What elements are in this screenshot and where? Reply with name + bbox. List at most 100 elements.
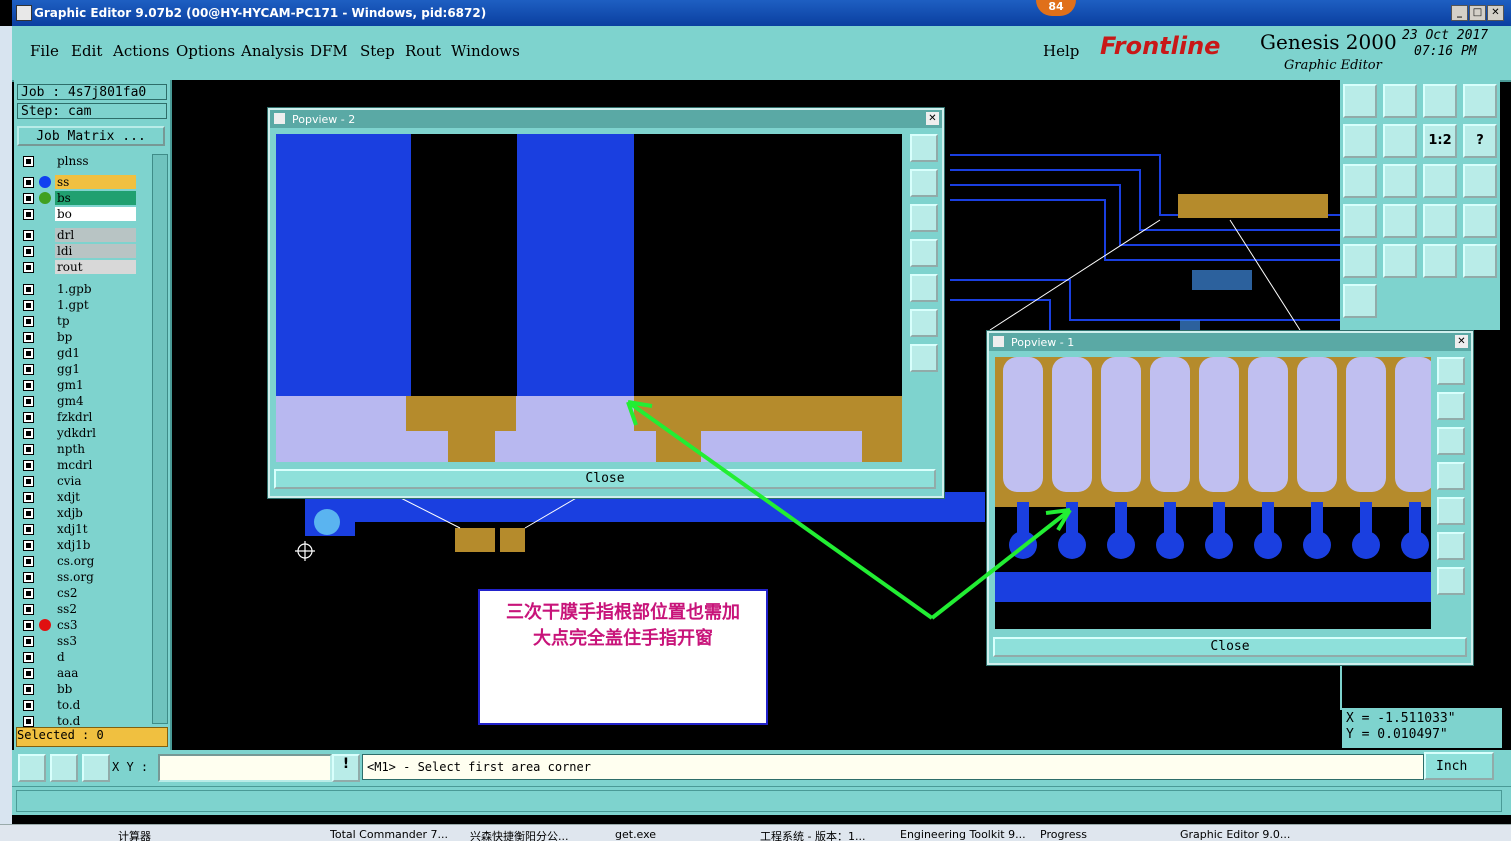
- layer-row[interactable]: gm4: [20, 394, 138, 408]
- tool-button[interactable]: [1463, 84, 1497, 118]
- layer-name[interactable]: bb: [55, 682, 136, 696]
- tool-button[interactable]: [1423, 204, 1457, 238]
- layer-row[interactable]: bb: [20, 682, 138, 696]
- popview-tool-button[interactable]: [910, 344, 938, 372]
- tool-button[interactable]: [1343, 164, 1377, 198]
- layer-row[interactable]: fzkdrl: [20, 410, 138, 424]
- menu-step[interactable]: Step: [360, 42, 395, 60]
- popview-tool-button[interactable]: [910, 239, 938, 267]
- layer-row[interactable]: npth: [20, 442, 138, 456]
- layer-name[interactable]: ydkdrl: [55, 426, 136, 440]
- layer-name[interactable]: gm4: [55, 394, 136, 408]
- minimize-button[interactable]: _: [1451, 5, 1468, 21]
- layer-row[interactable]: bo: [20, 207, 138, 221]
- layer-row[interactable]: ydkdrl: [20, 426, 138, 440]
- taskbar-item[interactable]: Graphic Editor 9.0...: [1180, 828, 1290, 841]
- popview-1-close-button[interactable]: Close: [993, 637, 1467, 657]
- layer-checkbox[interactable]: [23, 300, 34, 311]
- layer-name[interactable]: xdjt: [55, 490, 136, 504]
- close-window-button[interactable]: ✕: [1487, 5, 1504, 21]
- layer-checkbox[interactable]: [23, 476, 34, 487]
- tool-button[interactable]: [1383, 84, 1417, 118]
- popview-tool-button[interactable]: [1437, 532, 1465, 560]
- unit-select[interactable]: Inch: [1424, 752, 1494, 780]
- layer-checkbox[interactable]: [23, 508, 34, 519]
- tool-button[interactable]: [1343, 284, 1377, 318]
- tool-button[interactable]: [1383, 124, 1417, 158]
- layer-checkbox[interactable]: [23, 444, 34, 455]
- popview-tool-button[interactable]: [910, 169, 938, 197]
- layer-name[interactable]: gm1: [55, 378, 136, 392]
- layer-checkbox[interactable]: [23, 604, 34, 615]
- tool-button[interactable]: 1:2: [1423, 124, 1457, 158]
- layer-name[interactable]: aaa: [55, 666, 136, 680]
- tool-button[interactable]: [1463, 244, 1497, 278]
- layer-name[interactable]: gd1: [55, 346, 136, 360]
- layer-row[interactable]: ss3: [20, 634, 138, 648]
- layer-row[interactable]: 1.gpb: [20, 282, 138, 296]
- layer-row[interactable]: gg1: [20, 362, 138, 376]
- popview-tool-button[interactable]: [1437, 392, 1465, 420]
- layer-name[interactable]: 1.gpt: [55, 298, 136, 312]
- tool-button[interactable]: [1383, 164, 1417, 198]
- popview-tool-button[interactable]: [910, 309, 938, 337]
- layer-checkbox[interactable]: [23, 177, 34, 188]
- popview-tool-button[interactable]: [910, 274, 938, 302]
- layer-row[interactable]: plnss: [20, 154, 138, 168]
- menu-windows[interactable]: Windows: [451, 42, 520, 60]
- layer-name[interactable]: cs2: [55, 586, 136, 600]
- xy-input[interactable]: [158, 754, 332, 782]
- layer-row[interactable]: tp: [20, 314, 138, 328]
- zoom-window-icon[interactable]: [18, 754, 46, 782]
- layer-row[interactable]: bp: [20, 330, 138, 344]
- layer-row[interactable]: aaa: [20, 666, 138, 680]
- taskbar-item[interactable]: Progress: [1040, 828, 1087, 841]
- layer-checkbox[interactable]: [23, 348, 34, 359]
- layer-checkbox[interactable]: [23, 588, 34, 599]
- layer-name[interactable]: bo: [55, 207, 136, 221]
- tool-button[interactable]: ?: [1463, 124, 1497, 158]
- taskbar-item[interactable]: 工程系统 - 版本：1...: [760, 828, 865, 841]
- layer-checkbox[interactable]: [23, 636, 34, 647]
- layer-checkbox[interactable]: [23, 684, 34, 695]
- taskbar-item[interactable]: 兴森快捷衡阳分公...: [470, 828, 569, 841]
- tool-button[interactable]: [1383, 244, 1417, 278]
- taskbar-item[interactable]: get.exe: [615, 828, 656, 841]
- popview-tool-button[interactable]: [1437, 567, 1465, 595]
- layer-name[interactable]: ss3: [55, 634, 136, 648]
- alert-icon[interactable]: !: [332, 754, 360, 782]
- snap-icon[interactable]: [82, 754, 110, 782]
- layer-row[interactable]: cs2: [20, 586, 138, 600]
- layer-name[interactable]: xdj1b: [55, 538, 136, 552]
- layer-checkbox[interactable]: [23, 556, 34, 567]
- layer-name[interactable]: rout: [55, 260, 136, 274]
- tool-button[interactable]: [1423, 164, 1457, 198]
- popview-tool-button[interactable]: [1437, 357, 1465, 385]
- layer-name[interactable]: xdj1t: [55, 522, 136, 536]
- tool-button[interactable]: [1343, 244, 1377, 278]
- layer-name[interactable]: cs.org: [55, 554, 136, 568]
- layer-checkbox[interactable]: [23, 700, 34, 711]
- layer-row[interactable]: 1.gpt: [20, 298, 138, 312]
- menu-dfm[interactable]: DFM: [310, 42, 348, 60]
- tool-button[interactable]: [1343, 84, 1377, 118]
- layer-name[interactable]: to.d: [55, 698, 136, 712]
- taskbar-item[interactable]: Total Commander 7...: [330, 828, 448, 841]
- layer-row[interactable]: gm1: [20, 378, 138, 392]
- layer-checkbox[interactable]: [23, 193, 34, 204]
- popview-tool-button[interactable]: [910, 204, 938, 232]
- layer-checkbox[interactable]: [23, 540, 34, 551]
- tool-button[interactable]: [1423, 244, 1457, 278]
- layer-checkbox[interactable]: [23, 412, 34, 423]
- layer-name[interactable]: bp: [55, 330, 136, 344]
- layer-row[interactable]: d: [20, 650, 138, 664]
- menu-actions[interactable]: Actions: [113, 42, 169, 60]
- layer-row[interactable]: ldi: [20, 244, 138, 258]
- tool-button[interactable]: [1343, 124, 1377, 158]
- layer-name[interactable]: ldi: [55, 244, 136, 258]
- layer-name[interactable]: ss2: [55, 602, 136, 616]
- layer-row[interactable]: xdj1b: [20, 538, 138, 552]
- popview-tool-button[interactable]: [1437, 497, 1465, 525]
- layer-row[interactable]: gd1: [20, 346, 138, 360]
- layer-name[interactable]: d: [55, 650, 136, 664]
